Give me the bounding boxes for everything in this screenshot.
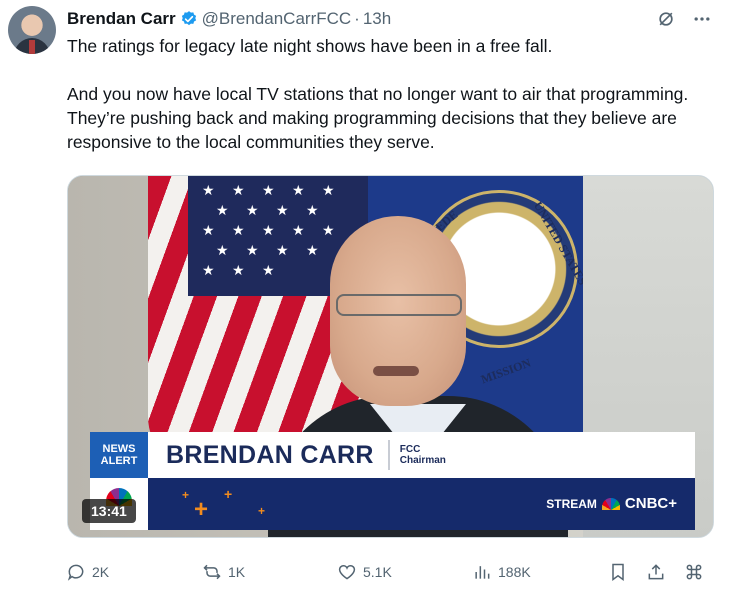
like-count: 5.1K (363, 564, 392, 580)
news-alert-line1: NEWS (102, 443, 136, 455)
sparkle-icon: + (224, 486, 233, 502)
command-icon (686, 564, 702, 580)
tweet-actions: 2K 1K 5.1K 188K (64, 558, 720, 586)
video-player[interactable]: ★ ★ ★ ★ ★ ★ ★ ★ ★ ★ ★ ★ ★ ★ ★ ★ ★ ★ ★ ★ ★ UNITED STATES … (67, 175, 714, 538)
lower-third-divider (387, 440, 390, 470)
more-icon[interactable] (691, 8, 713, 30)
network-label: CNBC+ (624, 495, 677, 512)
verified-badge-icon[interactable] (180, 10, 198, 28)
cnbc-peacock-icon (601, 497, 620, 510)
reply-button[interactable]: 2K (66, 562, 109, 582)
views-count: 188K (498, 564, 531, 580)
stream-label: STREAM (546, 496, 597, 511)
grok-icon[interactable] (655, 8, 677, 30)
news-alert-badge: NEWS ALERT (90, 432, 148, 478)
tweet-paragraph-2: And you now have local TV stations that … (67, 84, 689, 152)
author-name[interactable]: Brendan Carr (67, 9, 176, 29)
video-duration: 13:41 (82, 499, 136, 523)
views-button[interactable]: 188K (472, 562, 531, 582)
bookmark-button[interactable] (608, 562, 628, 582)
author-handle[interactable]: @BrendanCarrFCC (202, 9, 352, 29)
repost-count: 1K (228, 564, 246, 580)
reply-icon (67, 564, 84, 581)
lower-third-name: BRENDAN CARR (166, 440, 374, 469)
news-alert-line2: ALERT (100, 455, 138, 467)
speaker-glasses (336, 294, 462, 316)
tweet-timestamp[interactable]: 13h (363, 9, 391, 29)
lower-third-title: FCC Chairman (400, 444, 446, 466)
lower-third-title-line2: Chairman (399, 455, 446, 466)
tweet-text: The ratings for legacy late night shows … (67, 34, 717, 154)
speaker-mouth (373, 366, 419, 376)
stream-cnbc-label: STREAM CNBC+ (546, 495, 677, 512)
share-button[interactable] (646, 562, 666, 582)
share-icon (648, 564, 664, 580)
reply-count: 2K (92, 564, 110, 580)
author-avatar[interactable] (8, 6, 56, 54)
tweet-paragraph-1: The ratings for legacy late night shows … (67, 36, 553, 56)
tweet-header: Brendan Carr @BrendanCarrFCC · 13h (67, 8, 391, 30)
avatar-tie (29, 40, 35, 54)
repost-button[interactable]: 1K (202, 562, 245, 582)
sparkle-icon: + (258, 504, 266, 518)
tweet-top-actions (655, 8, 713, 30)
lower-third-banner: NEWS ALERT BRENDAN CARR FCC Chairman (90, 432, 695, 478)
like-button[interactable]: 5.1K (337, 562, 392, 582)
like-icon (338, 564, 356, 580)
views-icon (475, 566, 490, 579)
lower-third-bar: + + + + STREAM CNBC+ (90, 478, 695, 530)
repost-icon (203, 564, 221, 580)
bookmark-icon (612, 563, 624, 581)
lower-third-title-line1: FCC (399, 444, 421, 455)
grok-actions-button[interactable] (684, 562, 704, 582)
sparkle-icon: + (194, 496, 209, 523)
header-separator: · (354, 9, 360, 28)
sparkle-icon: + (182, 488, 190, 502)
